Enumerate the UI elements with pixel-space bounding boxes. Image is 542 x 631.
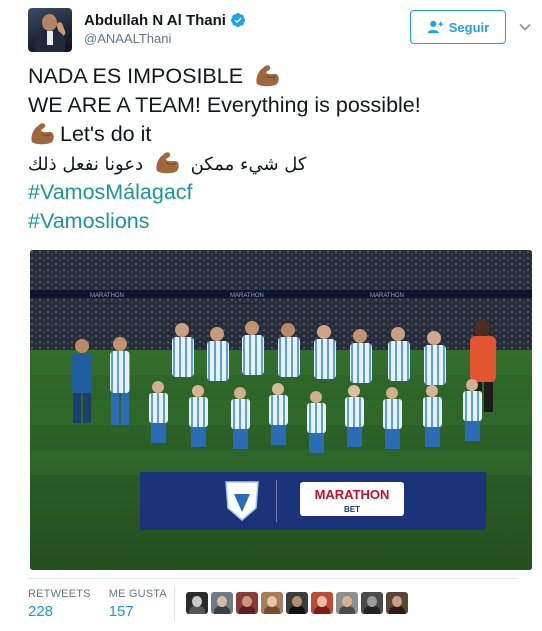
tweet-line-3: Let's do it <box>28 120 518 149</box>
user-name[interactable]: Abdullah N Al Thani <box>84 12 226 29</box>
verified-badge-icon <box>230 13 245 27</box>
retweets-count[interactable]: 228 <box>28 603 91 620</box>
flexed-biceps-icon <box>156 152 179 174</box>
tweet-header: Abdullah N Al Thani @ANAALThani Seguir <box>28 8 531 52</box>
add-user-icon <box>427 20 443 34</box>
follow-button-label: Seguir <box>448 19 490 35</box>
tweet-line-arabic: دعونا نفعل ذلك كل شيء ممكن <box>28 149 518 178</box>
liker-avatar[interactable] <box>336 592 358 614</box>
sponsor-banner: MARATHON BET <box>140 472 486 530</box>
arabic-text-right: دعونا نفعل ذلك <box>28 154 144 175</box>
stats-separator <box>174 586 175 622</box>
flexed-biceps-icon <box>256 65 279 87</box>
tweet-stats: RETWEETS 228 ME GUSTA 157 <box>28 588 185 622</box>
likers-avatars <box>186 592 408 614</box>
chevron-down-icon[interactable] <box>518 20 532 34</box>
follow-button[interactable]: Seguir <box>410 10 506 44</box>
likes-label: ME GUSTA <box>108 588 167 600</box>
name-row[interactable]: Abdullah N Al Thani <box>84 10 246 30</box>
liker-avatar[interactable] <box>386 592 408 614</box>
tweet-text: NADA ES IMPOSIBLE WE ARE A TEAM! Everyth… <box>28 62 518 236</box>
liker-avatar[interactable] <box>261 592 283 614</box>
arabic-text-left: كل شيء ممكن <box>190 154 307 175</box>
liker-avatar[interactable] <box>186 592 208 614</box>
hashtag-link[interactable]: #VamosMálagacf <box>28 180 193 204</box>
hashtag-link[interactable]: #Vamoslions <box>28 209 150 233</box>
team-photo-image: MARATHON MARATHON MARATHON MARATHON BET <box>30 250 532 570</box>
tweet-line-1: NADA ES IMPOSIBLE <box>28 62 518 91</box>
retweets-stat[interactable]: RETWEETS 228 <box>28 588 91 622</box>
likes-count[interactable]: 157 <box>109 603 167 620</box>
banner-brand-text: MARATHON <box>315 487 390 502</box>
avatar[interactable] <box>28 8 72 52</box>
liker-avatar[interactable] <box>311 592 333 614</box>
tweet-line-hashtag-2: #Vamoslions <box>28 207 518 236</box>
flexed-biceps-icon <box>31 123 54 145</box>
tweet-photo[interactable]: MARATHON MARATHON MARATHON MARATHON BET <box>30 250 532 570</box>
likes-stat[interactable]: ME GUSTA 157 <box>109 588 167 622</box>
banner-sub-text: BET <box>344 505 360 514</box>
liker-avatar[interactable] <box>361 592 383 614</box>
liker-avatar[interactable] <box>236 592 258 614</box>
tweet-line-2: WE ARE A TEAM! Everything is possible! <box>28 93 421 117</box>
divider <box>28 578 518 579</box>
liker-avatar[interactable] <box>211 592 233 614</box>
retweets-label: RETWEETS <box>28 588 91 600</box>
liker-avatar[interactable] <box>286 592 308 614</box>
tweet-line-hashtag-1: #VamosMálagacf <box>28 178 518 207</box>
user-handle[interactable]: @ANAALThani <box>84 31 171 46</box>
